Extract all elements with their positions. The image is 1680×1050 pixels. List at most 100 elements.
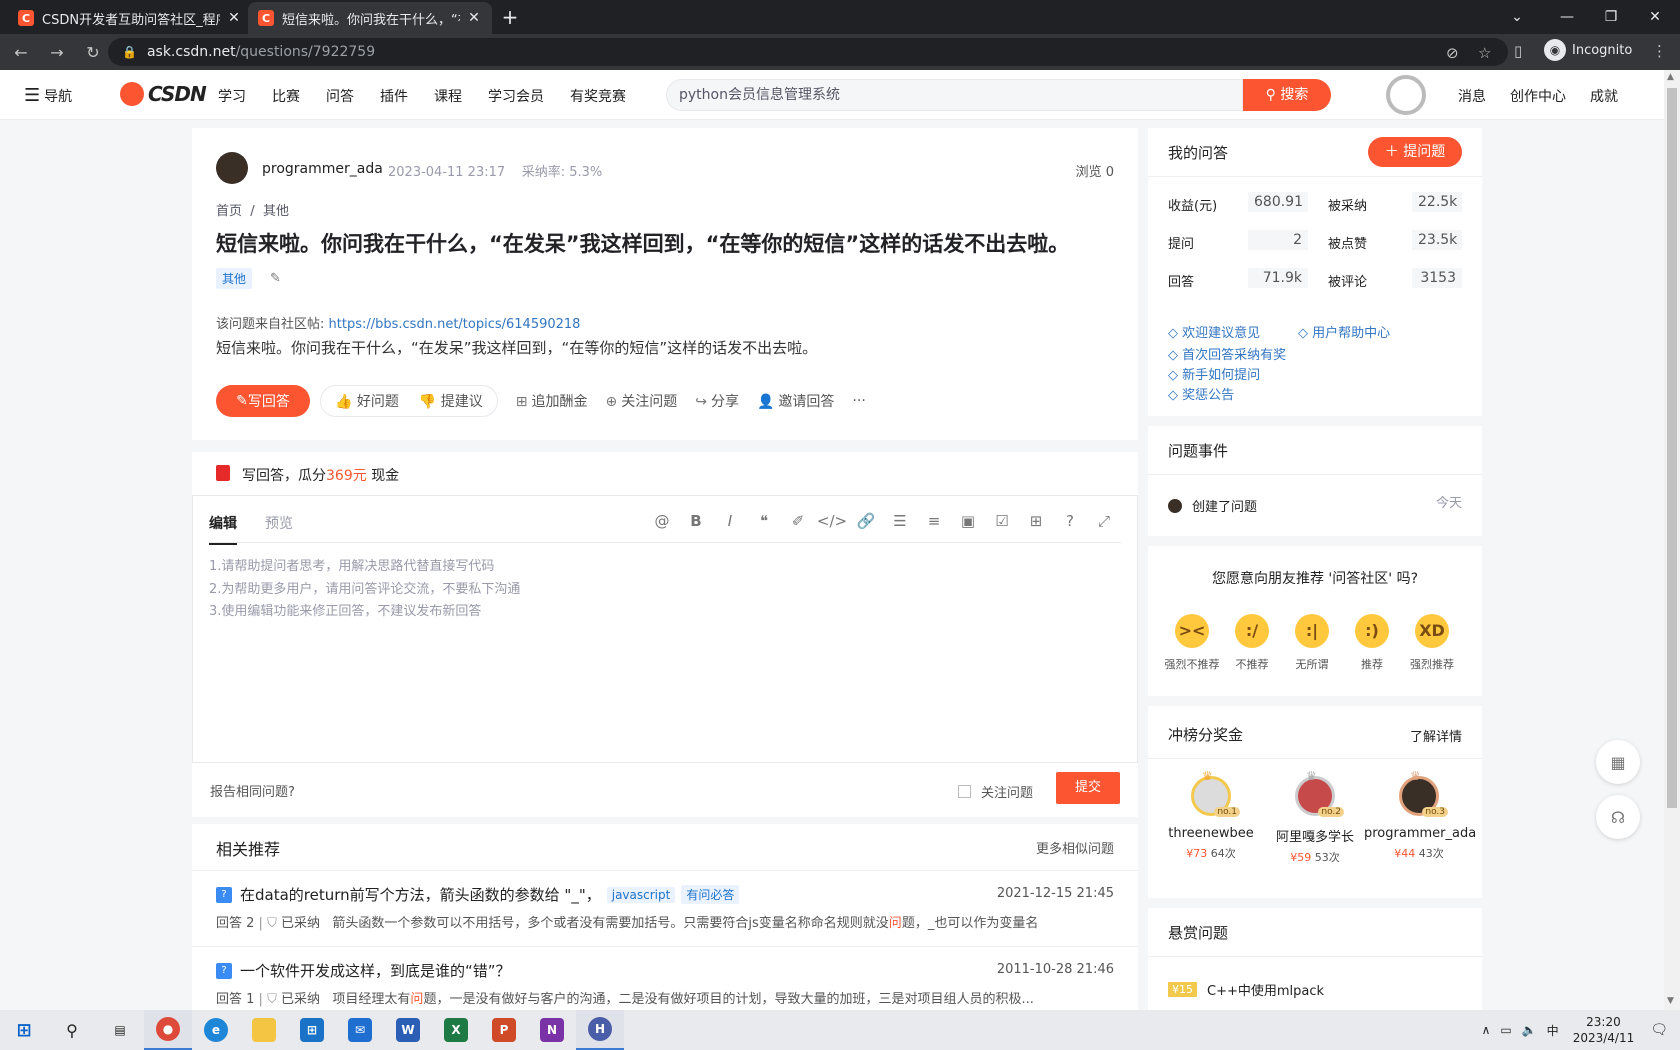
link-icon[interactable]: 🔗 — [849, 512, 883, 530]
share-button[interactable]: ↪ 分享 — [695, 391, 739, 411]
nav-menu-button[interactable]: ☰ 导航 — [24, 85, 72, 106]
rating-neutral[interactable]: :| 无所谓 — [1282, 614, 1342, 672]
tray-chevron-icon[interactable]: ∧ — [1482, 1023, 1491, 1037]
write-answer-button[interactable]: ✎ 写回答 — [216, 385, 310, 417]
start-button[interactable]: ⊞ — [0, 1010, 48, 1050]
minimize-button[interactable]: — — [1542, 0, 1592, 34]
good-question-button[interactable]: 👍 好问题 — [335, 391, 399, 411]
new-tab-button[interactable]: + — [498, 5, 522, 29]
invite-answer-button[interactable]: 👤 邀请回答 — [757, 391, 834, 411]
close-tab-icon[interactable]: ✕ — [226, 10, 242, 26]
list-item[interactable]: ? 在data的return前写个方法，箭头函数的参数给 "_"， javasc… — [192, 884, 1138, 947]
submit-button[interactable]: 提交 — [1056, 772, 1120, 804]
back-icon[interactable]: ← — [6, 37, 36, 67]
taskbar-onenote[interactable]: N — [528, 1010, 576, 1050]
link-how-to-ask[interactable]: ◇ 新手如何提问 — [1168, 364, 1260, 383]
table-icon[interactable]: ⊞ — [1019, 512, 1053, 530]
follow-checkbox[interactable]: 关注问题 — [958, 782, 1033, 801]
related-item-title[interactable]: 在data的return前写个方法，箭头函数的参数给 "_"， — [240, 884, 601, 905]
link-creator-center[interactable]: 创作中心 — [1510, 86, 1566, 106]
restore-button[interactable]: ❐ — [1586, 0, 1636, 34]
nav-link-learn[interactable]: 学习 — [218, 86, 246, 106]
taskbar-explorer[interactable] — [240, 1010, 288, 1050]
ol-icon[interactable]: ≡ — [917, 512, 951, 530]
qrcode-icon[interactable]: ▦ — [1596, 740, 1640, 784]
edit-icon[interactable]: ✎ — [270, 271, 281, 286]
taskbar-search[interactable]: ⚲ — [48, 1010, 96, 1050]
address-bar[interactable]: 🔒 ask.csdn.net/questions/7922759 ⊘ ☆ — [108, 38, 1508, 66]
suggest-button[interactable]: 👎 提建议 — [419, 391, 483, 411]
link-rules[interactable]: ◇ 奖惩公告 — [1168, 384, 1234, 403]
rating-strongly[interactable]: XD 强烈推荐 — [1402, 614, 1462, 672]
nav-link-plugin[interactable]: 插件 — [380, 86, 408, 106]
taskbar-chrome[interactable]: ● — [144, 1010, 192, 1050]
more-similar-link[interactable]: 更多相似问题 — [1036, 838, 1114, 857]
related-tag[interactable]: javascript — [606, 886, 676, 903]
link-feedback[interactable]: ◇ 欢迎建议意见 — [1168, 322, 1260, 341]
side-panel-icon[interactable]: ▯ — [1514, 42, 1522, 60]
ime-indicator[interactable]: 中 — [1547, 1022, 1559, 1039]
taskbar-edge[interactable]: e — [192, 1010, 240, 1050]
volume-icon[interactable]: 🔈 — [1522, 1023, 1537, 1037]
scroll-down-arrow[interactable]: ▼ — [1667, 996, 1674, 1006]
incognito-profile[interactable]: ◉ Incognito — [1544, 39, 1632, 61]
search-button[interactable]: ⚲ 搜索 — [1243, 79, 1331, 111]
taskbar-mail[interactable]: ✉ — [336, 1010, 384, 1050]
brush-icon[interactable]: ✐ — [781, 512, 815, 530]
rank-details-link[interactable]: 了解详情 — [1410, 726, 1462, 745]
headset-icon[interactable]: ☊ — [1596, 795, 1640, 839]
ask-question-button[interactable]: ＋ 提问题 — [1368, 137, 1462, 167]
question-tag[interactable]: 其他 — [216, 268, 253, 289]
nav-link-member[interactable]: 学习会员 — [488, 86, 544, 106]
breadcrumb-other[interactable]: 其他 — [263, 204, 289, 219]
breadcrumb-home[interactable]: 首页 — [216, 204, 242, 219]
nav-link-course[interactable]: 课程 — [434, 86, 462, 106]
editor-textarea[interactable]: 1.请帮助提问者思考，用解决思路代替直接写代码 2.为帮助更多用户，请用问答评论… — [209, 556, 520, 624]
related-tag[interactable]: 有问必答 — [681, 885, 740, 904]
taskbar-word[interactable]: W — [384, 1010, 432, 1050]
nav-link-prize[interactable]: 有奖竞赛 — [570, 86, 626, 106]
close-tab-icon[interactable]: ✕ — [466, 10, 482, 26]
bookmark-star-icon[interactable]: ☆ — [1478, 44, 1491, 62]
italic-icon[interactable]: I — [713, 512, 747, 530]
tab-edit[interactable]: 编辑 — [209, 513, 237, 545]
quote-icon[interactable]: ❝ — [747, 512, 781, 530]
taskbar-excel[interactable]: X — [432, 1010, 480, 1050]
source-link[interactable]: https://bbs.csdn.net/topics/614590218 — [329, 317, 581, 332]
follow-question-button[interactable]: ⊕ 关注问题 — [606, 391, 678, 411]
reload-icon[interactable]: ↻ — [78, 37, 108, 67]
image-icon[interactable]: ▣ — [951, 512, 985, 530]
taskbar-store[interactable]: ⊞ — [288, 1010, 336, 1050]
report-same-link[interactable]: 报告相同问题? — [210, 781, 295, 800]
link-messages[interactable]: 消息 — [1458, 86, 1486, 106]
search-input[interactable]: python会员信息管理系统 — [666, 79, 1243, 111]
task-icon[interactable]: ☑ — [985, 512, 1019, 530]
scrollbar-thumb[interactable] — [1667, 88, 1677, 808]
eye-off-icon[interactable]: ⊘ — [1446, 44, 1459, 62]
close-window-button[interactable]: ✕ — [1630, 0, 1680, 34]
nav-link-contest[interactable]: 比赛 — [272, 86, 300, 106]
browser-tab-1[interactable]: C CSDN开发者互助问答社区_程序 ✕ — [8, 2, 252, 34]
fullscreen-icon[interactable]: ⤢ — [1087, 512, 1121, 530]
taskbar-app[interactable]: H — [576, 1010, 624, 1050]
checkbox-box[interactable] — [958, 785, 971, 798]
rank-user-2[interactable]: ♛ no.2 阿里嘎多学长 ¥59 53次 — [1260, 769, 1370, 865]
code-icon[interactable]: </> — [815, 512, 849, 530]
network-icon[interactable]: ▭ — [1500, 1023, 1511, 1037]
csdn-logo[interactable]: CSDN — [120, 82, 207, 106]
tab-search-icon[interactable]: ⌄ — [1492, 0, 1542, 34]
rating-strongly-not[interactable]: >< 强烈不推荐 — [1162, 614, 1222, 672]
page-scrollbar[interactable]: ▲ ▼ — [1664, 70, 1680, 1010]
link-achievements[interactable]: 成就 — [1590, 86, 1618, 106]
help-icon[interactable]: ? — [1053, 512, 1087, 530]
more-actions-button[interactable]: ··· — [852, 393, 865, 409]
add-bounty-button[interactable]: ⊞ 追加酬金 — [516, 391, 588, 411]
ul-icon[interactable]: ☰ — [883, 512, 917, 530]
user-avatar[interactable] — [1386, 75, 1426, 115]
rating-not[interactable]: :/ 不推荐 — [1222, 614, 1282, 672]
tab-preview[interactable]: 预览 — [265, 513, 293, 545]
scroll-up-arrow[interactable]: ▲ — [1667, 72, 1674, 82]
list-item[interactable]: ? 一个软件开发成这样，到底是谁的“错”？ 2011-10-28 21:46 回… — [216, 960, 1114, 1007]
author-name[interactable]: programmer_ada — [262, 161, 383, 177]
rank-user-1[interactable]: ♛ no.1 threenewbee ¥73 64次 — [1156, 769, 1266, 861]
